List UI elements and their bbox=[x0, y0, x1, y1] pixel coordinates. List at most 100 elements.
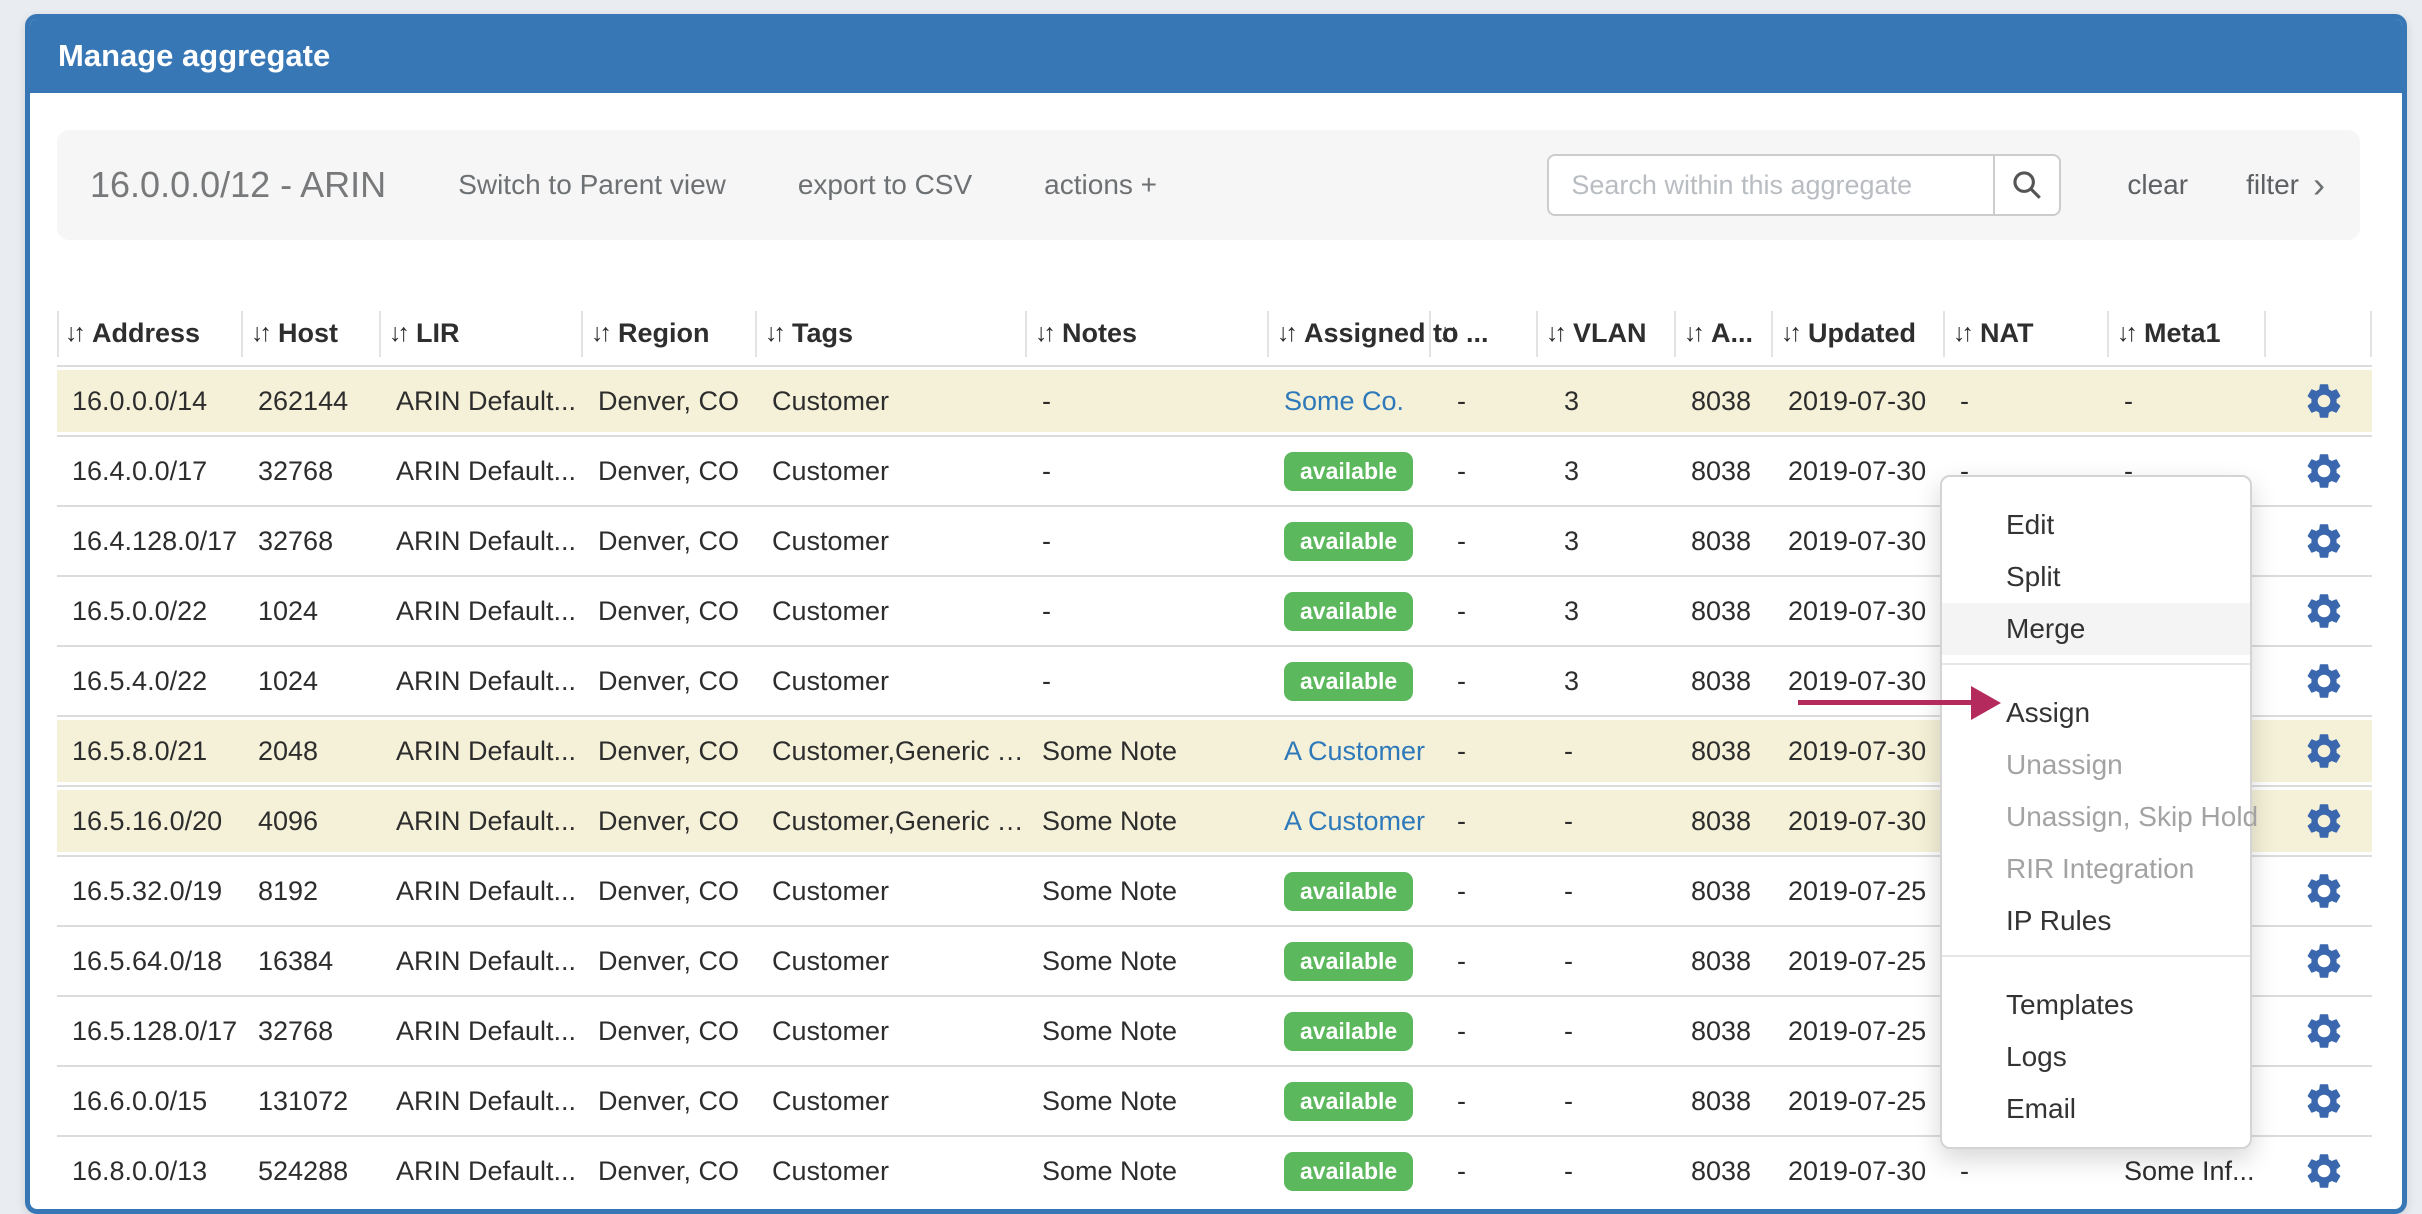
assigned-link[interactable]: Some Co. bbox=[1284, 386, 1404, 416]
sort-icon: ↓↑ bbox=[1277, 319, 1294, 348]
gear-icon bbox=[2303, 1080, 2345, 1122]
available-badge: available bbox=[1284, 942, 1413, 981]
menu-item-ip-rules[interactable]: IP Rules bbox=[1942, 895, 2250, 947]
row-actions-gear-button[interactable] bbox=[2303, 660, 2345, 702]
cell-truncated: - bbox=[1431, 876, 1538, 907]
search-input[interactable] bbox=[1547, 154, 1993, 216]
cell-updated: 2019-07-25 bbox=[1773, 946, 1945, 977]
cell-assigned-to: available bbox=[1269, 872, 1431, 911]
sort-icon: ↓↑ bbox=[251, 319, 268, 348]
row-actions-gear-button[interactable] bbox=[2303, 520, 2345, 562]
sort-icon: ↓↑ bbox=[1439, 319, 1456, 348]
menu-item-edit[interactable]: Edit bbox=[1942, 499, 2250, 551]
menu-item-logs[interactable]: Logs bbox=[1942, 1031, 2250, 1083]
column-header-lir[interactable]: ↓↑LIR bbox=[381, 311, 583, 357]
toolbar-link-switch-to-parent-view[interactable]: Switch to Parent view bbox=[458, 169, 726, 201]
cell-tags: Customer bbox=[757, 456, 1027, 487]
gear-icon bbox=[2303, 380, 2345, 422]
cell-lir: ARIN Default... bbox=[381, 526, 583, 557]
row-actions-gear-button[interactable] bbox=[2303, 870, 2345, 912]
column-header-region[interactable]: ↓↑Region bbox=[583, 311, 757, 357]
menu-divider bbox=[1942, 955, 2250, 957]
cell-truncated: - bbox=[1431, 1086, 1538, 1117]
cell-asn: 8038 bbox=[1676, 806, 1773, 837]
toolbar-link-export-to-csv[interactable]: export to CSV bbox=[798, 169, 972, 201]
cell-tags: Customer,Generic Tag bbox=[757, 806, 1027, 837]
menu-divider bbox=[1942, 663, 2250, 665]
menu-item-email[interactable]: Email bbox=[1942, 1083, 2250, 1135]
cell-asn: 8038 bbox=[1676, 456, 1773, 487]
cell-host: 16384 bbox=[243, 946, 381, 977]
column-header-updated[interactable]: ↓↑Updated bbox=[1773, 311, 1945, 357]
row-actions-gear-button[interactable] bbox=[2303, 1150, 2345, 1192]
cell-address: 16.5.16.0/20 bbox=[57, 806, 243, 837]
column-header-host[interactable]: ↓↑Host bbox=[243, 311, 381, 357]
cell-actions bbox=[2266, 660, 2372, 702]
column-header-address[interactable]: ↓↑Address bbox=[57, 311, 243, 357]
cell-vlan: - bbox=[1538, 876, 1676, 907]
cell-region: Denver, CO bbox=[583, 946, 757, 977]
sort-icon: ↓↑ bbox=[389, 319, 406, 348]
cell-tags: Customer bbox=[757, 596, 1027, 627]
column-header-meta1[interactable]: ↓↑Meta1 bbox=[2109, 311, 2266, 357]
cell-assigned-to: A Customer bbox=[1269, 806, 1431, 837]
cell-actions bbox=[2266, 940, 2372, 982]
sort-icon: ↓↑ bbox=[1781, 319, 1798, 348]
sort-icon: ↓↑ bbox=[765, 319, 782, 348]
cell-actions bbox=[2266, 870, 2372, 912]
cell-nat: - bbox=[1945, 386, 2109, 417]
row-actions-gear-button[interactable] bbox=[2303, 450, 2345, 492]
search-button[interactable] bbox=[1993, 154, 2061, 216]
toolbar-link-actions[interactable]: actions + bbox=[1044, 169, 1157, 201]
row-actions-gear-button[interactable] bbox=[2303, 800, 2345, 842]
row-actions-gear-button[interactable] bbox=[2303, 1080, 2345, 1122]
table-row[interactable]: 16.0.0.0/14262144ARIN Default...Denver, … bbox=[57, 365, 2372, 435]
row-actions-gear-button[interactable] bbox=[2303, 940, 2345, 982]
cell-region: Denver, CO bbox=[583, 386, 757, 417]
available-badge: available bbox=[1284, 452, 1413, 491]
cell-host: 32768 bbox=[243, 1016, 381, 1047]
column-header-assigned-to[interactable]: ↓↑Assigned to bbox=[1269, 311, 1431, 357]
cell-assigned-to: available bbox=[1269, 592, 1431, 631]
filter-button[interactable]: filter › bbox=[2246, 167, 2325, 203]
gear-icon bbox=[2303, 800, 2345, 842]
row-actions-gear-button[interactable] bbox=[2303, 1010, 2345, 1052]
cell-tags: Customer bbox=[757, 386, 1027, 417]
cell-actions bbox=[2266, 520, 2372, 562]
column-header-a-truncated[interactable]: ↓↑A... bbox=[1676, 311, 1773, 357]
column-header-tags[interactable]: ↓↑Tags bbox=[757, 311, 1027, 357]
assigned-link[interactable]: A Customer bbox=[1284, 736, 1425, 766]
menu-item-merge[interactable]: Merge bbox=[1942, 603, 2250, 655]
cell-address: 16.8.0.0/13 bbox=[57, 1156, 243, 1187]
cell-region: Denver, CO bbox=[583, 1016, 757, 1047]
row-actions-gear-button[interactable] bbox=[2303, 730, 2345, 772]
gear-icon bbox=[2303, 940, 2345, 982]
menu-item-split[interactable]: Split bbox=[1942, 551, 2250, 603]
cell-notes: Some Note bbox=[1027, 806, 1269, 837]
cell-region: Denver, CO bbox=[583, 596, 757, 627]
cell-lir: ARIN Default... bbox=[381, 806, 583, 837]
cell-tags: Customer bbox=[757, 526, 1027, 557]
menu-item-templates[interactable]: Templates bbox=[1942, 979, 2250, 1031]
cell-updated: 2019-07-30 bbox=[1773, 736, 1945, 767]
sort-icon: ↓↑ bbox=[65, 319, 82, 348]
cell-assigned-to: available bbox=[1269, 1012, 1431, 1051]
cell-assigned-to: available bbox=[1269, 452, 1431, 491]
column-header-truncated[interactable]: ↓↑... bbox=[1431, 311, 1538, 357]
assigned-link[interactable]: A Customer bbox=[1284, 806, 1425, 836]
row-actions-gear-button[interactable] bbox=[2303, 380, 2345, 422]
row-actions-gear-button[interactable] bbox=[2303, 590, 2345, 632]
cell-actions bbox=[2266, 450, 2372, 492]
sort-icon: ↓↑ bbox=[591, 319, 608, 348]
cell-host: 4096 bbox=[243, 806, 381, 837]
cell-notes: - bbox=[1027, 666, 1269, 697]
column-header-vlan[interactable]: ↓↑VLAN bbox=[1538, 311, 1676, 357]
cell-actions bbox=[2266, 800, 2372, 842]
column-header-nat[interactable]: ↓↑NAT bbox=[1945, 311, 2109, 357]
cell-lir: ARIN Default... bbox=[381, 946, 583, 977]
clear-button[interactable]: clear bbox=[2127, 169, 2188, 201]
column-header-notes[interactable]: ↓↑Notes bbox=[1027, 311, 1269, 357]
cell-meta1: Some Inf... bbox=[2109, 1156, 2266, 1187]
cell-notes: Some Note bbox=[1027, 736, 1269, 767]
column-header-actions bbox=[2266, 311, 2372, 357]
